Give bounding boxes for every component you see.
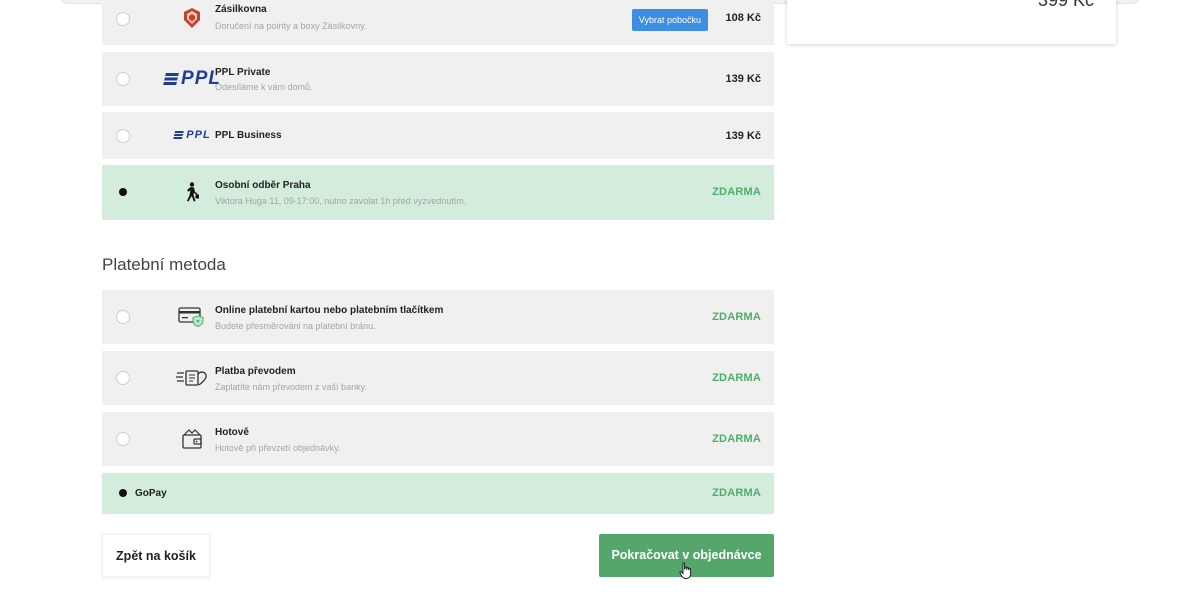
hand-cursor-icon <box>679 562 693 585</box>
payment-price: ZDARMA <box>712 311 761 323</box>
shipping-description: Odesíláme k vám domů. <box>215 82 313 92</box>
payment-option-gopay[interactable]: GoPay ZDARMA <box>102 473 774 514</box>
payment-option-cash[interactable]: Hotově Hotově při převzetí objednávky. Z… <box>102 412 774 466</box>
shipping-price: 139 Kč <box>725 73 761 85</box>
payment-radio-card[interactable] <box>116 310 130 324</box>
payment-title: GoPay <box>135 488 167 499</box>
payment-title: Online platební kartou nebo platebním tl… <box>215 305 444 316</box>
shipping-title: Zásilkovna <box>215 4 267 15</box>
payment-method-heading: Platební metoda <box>102 255 226 274</box>
ppl-logo-text: PPL <box>186 129 211 141</box>
select-branch-button[interactable]: Vybrat pobočku <box>631 9 708 31</box>
shipping-option-zasilkovna[interactable]: Zásilkovna Doručení na pointy a boxy Zás… <box>102 0 774 45</box>
payment-price: ZDARMA <box>712 487 761 499</box>
payment-description: Budete přesměrováni na platební bránu. <box>215 321 376 331</box>
payment-title: Hotově <box>215 427 249 438</box>
shipping-title: PPL Business <box>215 130 282 141</box>
shipping-radio-zasilkovna[interactable] <box>116 12 130 26</box>
shipping-description: Doručení na pointy a boxy Zásilkovny. <box>215 21 367 31</box>
shipping-price: 139 Kč <box>725 130 761 142</box>
order-summary-card: 399 Kč <box>787 0 1116 44</box>
shipping-radio-ppl-private[interactable] <box>116 72 130 86</box>
payment-title: Platba převodem <box>215 366 296 377</box>
shipping-option-ppl-business[interactable]: PPL PPL Business 139 Kč <box>102 112 774 159</box>
summary-total-price: 399 Kč <box>1037 0 1094 10</box>
payment-price: ZDARMA <box>712 433 761 445</box>
payment-description: Zaplatíte nám převodem z vaší banky. <box>215 382 367 392</box>
payment-price: ZDARMA <box>712 372 761 384</box>
payment-option-card[interactable]: Online platební kartou nebo platebním tl… <box>102 290 774 344</box>
shipping-description: Viktora Huga 11, 09-17:00, nutno zavolat… <box>215 196 467 206</box>
payment-radio-gopay[interactable] <box>116 486 130 500</box>
payment-description: Hotově při převzetí objednávky. <box>215 443 341 453</box>
shipping-option-ppl-private[interactable]: PPL PPL Private Odesíláme k vám domů. 13… <box>102 52 774 106</box>
shipping-radio-ppl-business[interactable] <box>116 129 130 143</box>
payment-radio-cash[interactable] <box>116 432 130 446</box>
back-to-cart-button[interactable]: Zpět na košík <box>102 534 210 577</box>
payment-option-transfer[interactable]: Platba převodem Zaplatíte nám převodem z… <box>102 351 774 405</box>
shipping-title: Osobní odběr Praha <box>215 180 311 191</box>
shipping-price: 108 Kč <box>725 12 761 24</box>
shipping-radio-personal-pickup[interactable] <box>116 185 130 199</box>
payment-radio-transfer[interactable] <box>116 371 130 385</box>
shipping-option-personal-pickup[interactable]: Osobní odběr Praha Viktora Huga 11, 09-1… <box>102 165 774 220</box>
shipping-price: ZDARMA <box>712 186 761 198</box>
shipping-title: PPL Private <box>215 67 271 78</box>
